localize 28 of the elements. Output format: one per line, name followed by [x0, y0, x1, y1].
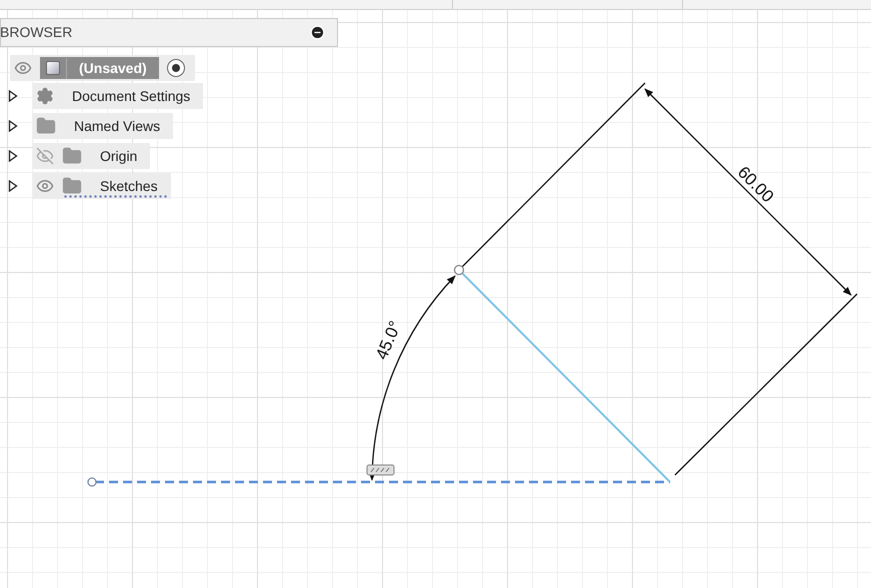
gear-icon — [36, 87, 54, 105]
tree-item-label: Origin — [99, 146, 138, 166]
expand-arrow-icon[interactable] — [8, 90, 18, 102]
browser-title: BROWSER — [0, 23, 72, 42]
collapse-icon[interactable] — [310, 25, 325, 40]
tree-row[interactable]: Sketches — [33, 173, 171, 199]
tree-row[interactable]: Origin — [33, 143, 150, 169]
eye-icon[interactable] — [36, 177, 54, 195]
folder-icon — [62, 146, 82, 166]
eye-icon[interactable] — [14, 59, 32, 77]
expand-arrow-icon[interactable] — [8, 120, 18, 132]
tree-item-label: Sketches — [99, 176, 159, 196]
angle-label[interactable]: 45.0° — [372, 318, 405, 362]
folder-icon — [36, 116, 56, 136]
tree-row[interactable]: Document Settings — [33, 83, 204, 109]
expand-arrow-icon[interactable] — [8, 150, 18, 162]
expand-arrow-icon[interactable] — [8, 180, 18, 192]
sketch-point[interactable] — [87, 477, 97, 487]
cube-icon — [46, 61, 60, 75]
component-name: (Unsaved) — [66, 58, 159, 78]
active-radio[interactable] — [166, 59, 185, 77]
sketch-point[interactable] — [454, 264, 464, 276]
tree-item-label: Named Views — [73, 116, 162, 136]
constraint-icon[interactable] — [366, 464, 394, 476]
construction-line[interactable] — [95, 480, 670, 484]
folder-icon — [62, 176, 82, 196]
tree-item-label: Document Settings — [71, 86, 192, 106]
tree-row[interactable]: Named Views — [33, 113, 174, 139]
